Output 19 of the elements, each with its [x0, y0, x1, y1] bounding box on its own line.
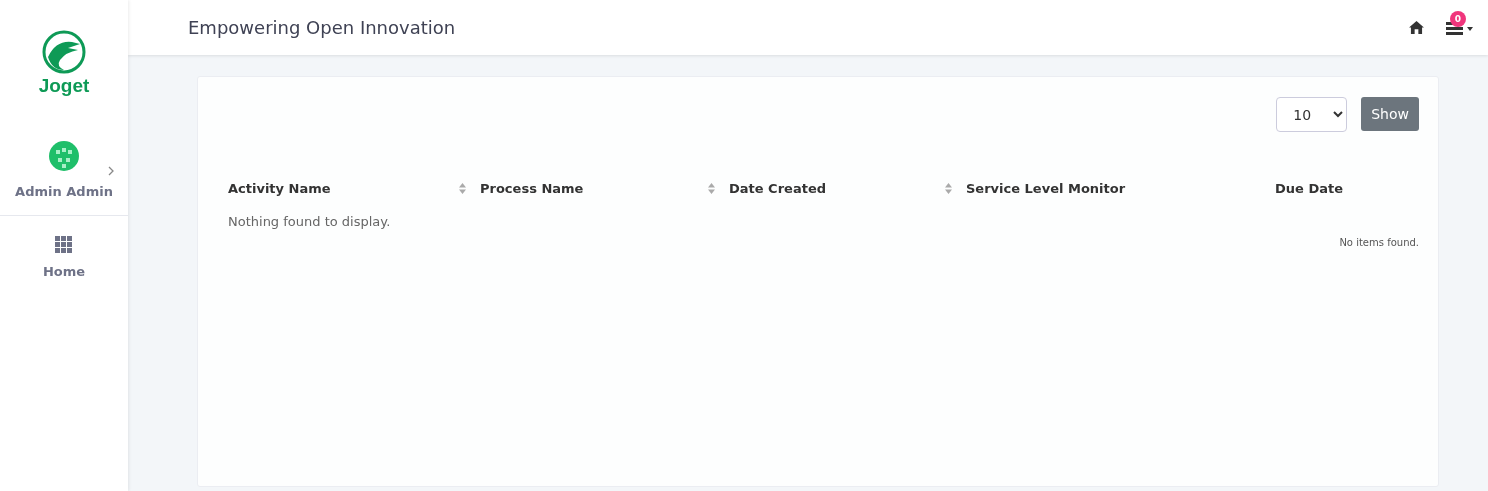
- logo-icon: [42, 30, 86, 74]
- page-size-select[interactable]: 10: [1276, 97, 1348, 132]
- logo-text: Joget: [38, 76, 90, 96]
- page-title: Empowering Open Innovation: [188, 17, 457, 38]
- show-button[interactable]: Show: [1361, 97, 1419, 131]
- items-status: No items found.: [1338, 237, 1419, 248]
- column-header: Service Level Monitor: [966, 179, 1127, 198]
- grid-icon: [55, 236, 73, 254]
- column-header[interactable]: Date Created: [729, 176, 966, 200]
- user-name: Admin Admin: [15, 184, 113, 199]
- column-header[interactable]: Activity Name: [228, 176, 480, 200]
- column-header: Due Date: [1275, 179, 1344, 198]
- avatar-icon: [48, 140, 80, 172]
- notification-badge: 0: [1450, 10, 1466, 27]
- nav-item[interactable]: Home: [42, 216, 86, 299]
- empty-message: Nothing found to display.: [228, 214, 392, 229]
- chevron-right-icon[interactable]: [108, 166, 114, 176]
- home-icon[interactable]: [1409, 21, 1424, 34]
- column-header[interactable]: Process Name: [480, 176, 729, 200]
